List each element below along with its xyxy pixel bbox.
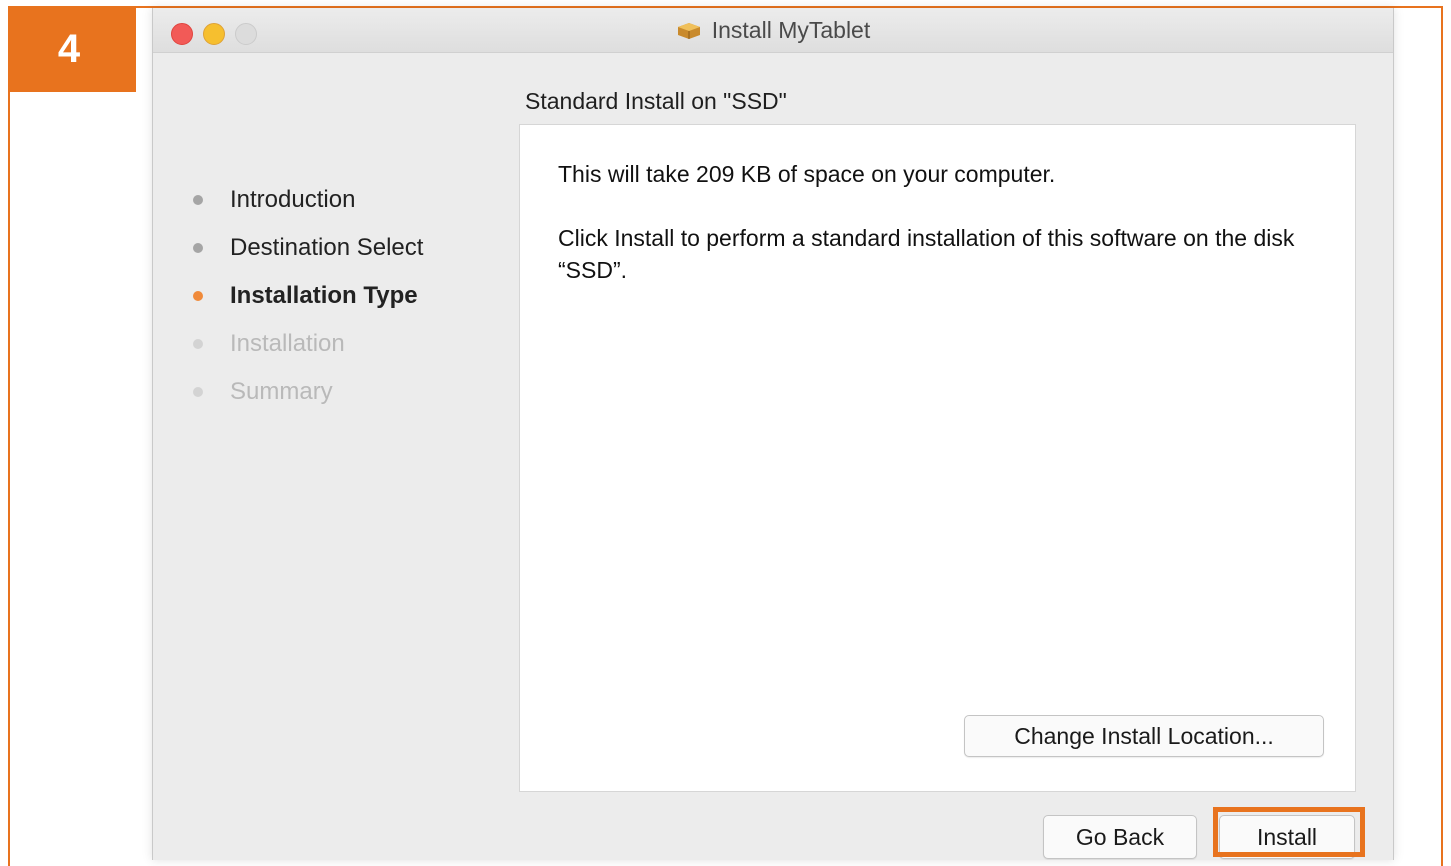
install-button-highlight bbox=[1213, 807, 1365, 857]
window-title-group: Install MyTablet bbox=[153, 8, 1393, 52]
step-bullet-icon bbox=[193, 339, 203, 349]
package-icon bbox=[677, 23, 700, 39]
step-number-badge: 4 bbox=[8, 6, 136, 92]
step-bullet-icon bbox=[193, 387, 203, 397]
step-label: Destination Select bbox=[230, 234, 424, 261]
content-pane: This will take 209 KB of space on your c… bbox=[519, 124, 1356, 792]
current-step-bullet-icon bbox=[193, 291, 203, 301]
step-label: Installation Type bbox=[230, 282, 418, 309]
pane-heading: Standard Install on "SSD" bbox=[525, 88, 787, 114]
step-label: Introduction bbox=[230, 186, 356, 213]
window-title: Install MyTablet bbox=[711, 16, 871, 43]
title-bar: Install MyTablet bbox=[153, 8, 1393, 53]
installer-window: Install MyTablet Standard Install on "SS… bbox=[152, 8, 1394, 860]
change-install-location-button[interactable]: Change Install Location... bbox=[964, 715, 1324, 757]
step-bullet-icon bbox=[193, 243, 203, 253]
install-instruction-text: Click Install to perform a standard inst… bbox=[558, 225, 1295, 283]
step-bullet-icon bbox=[193, 195, 203, 205]
go-back-button[interactable]: Go Back bbox=[1043, 815, 1197, 859]
disk-space-text: This will take 209 KB of space on your c… bbox=[558, 161, 1056, 187]
step-label: Installation bbox=[230, 330, 345, 357]
step-label: Summary bbox=[230, 378, 333, 405]
